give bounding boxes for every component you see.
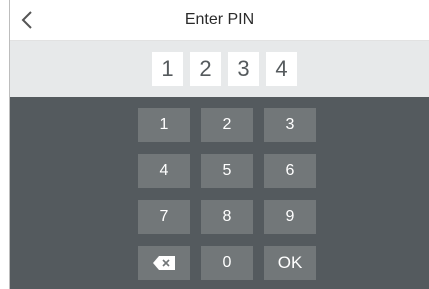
ok-button[interactable]: OK — [264, 246, 316, 280]
page-title: Enter PIN — [184, 11, 255, 28]
key-2[interactable]: 2 — [201, 108, 253, 142]
key-1[interactable]: 1 — [138, 108, 190, 142]
pin-digit-3: 3 — [228, 52, 259, 86]
key-8[interactable]: 8 — [201, 200, 253, 234]
pin-entry-screen: Enter PIN 1 2 3 4 1 2 3 4 5 6 7 8 9 0 OK — [9, 0, 429, 289]
title-bar: Enter PIN — [10, 0, 429, 41]
pin-digit-2: 2 — [190, 52, 221, 86]
pin-digit-4: 4 — [266, 52, 297, 86]
key-0[interactable]: 0 — [201, 246, 253, 280]
key-7[interactable]: 7 — [138, 200, 190, 234]
pin-display: 1 2 3 4 — [10, 41, 429, 97]
key-3[interactable]: 3 — [264, 108, 316, 142]
backspace-icon — [153, 256, 175, 270]
key-9[interactable]: 9 — [264, 200, 316, 234]
key-6[interactable]: 6 — [264, 154, 316, 188]
keypad-area: 1 2 3 4 5 6 7 8 9 0 OK — [10, 97, 429, 289]
backspace-button[interactable] — [138, 246, 190, 280]
pin-digit-1: 1 — [152, 52, 183, 86]
key-4[interactable]: 4 — [138, 154, 190, 188]
key-5[interactable]: 5 — [201, 154, 253, 188]
keypad: 1 2 3 4 5 6 7 8 9 0 OK — [138, 108, 316, 280]
